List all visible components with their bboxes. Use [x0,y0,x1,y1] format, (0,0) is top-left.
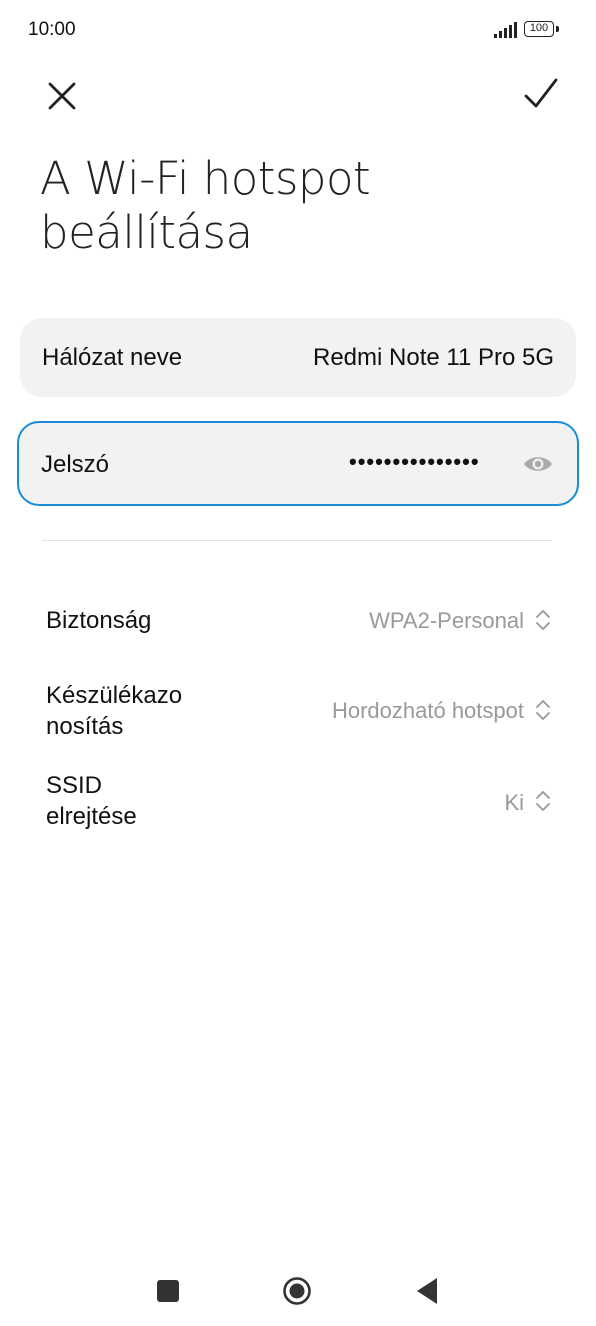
battery-tip [556,26,559,32]
up-down-arrow-icon [536,700,550,720]
security-value: WPA2-Personal [369,608,524,633]
network-name-value[interactable]: Redmi Note 11 Pro 5G [313,344,554,372]
device-id-value: Hordozható hotspot [331,698,524,723]
security-setting-row[interactable]: Biztonság WPA2-Personal [0,600,596,644]
page-title: A Wi-Fi hotspot beállítása [40,152,371,259]
circle-icon[interactable] [282,1276,312,1306]
device-id-label: Készülékazo nosítás [46,682,183,740]
battery-level: 100 [529,22,549,34]
network-name-row[interactable]: Hálózat neve Redmi Note 11 Pro 5G [20,318,576,397]
eye-icon[interactable] [522,453,554,475]
checkmark-icon[interactable] [516,72,564,118]
navigation-bar [0,1250,596,1326]
battery-icon: 100 [524,21,554,37]
device-id-setting-row[interactable]: Készülékazo nosítás Hordozható hotspot [0,676,596,746]
up-down-arrow-icon [536,791,550,811]
password-field[interactable]: Jelszó ••••••••••••••• [17,421,579,506]
triangle-back-icon[interactable] [416,1277,438,1305]
up-down-arrow-icon [536,610,550,630]
hide-ssid-label: SSID elrejtése [46,772,137,830]
status-bar: 10:00 100 [0,0,596,62]
hide-ssid-value: Ki [504,790,524,815]
divider [42,540,552,541]
network-name-label: Hálózat neve [42,344,183,371]
hide-ssid-setting-row[interactable]: SSID elrejtése Ki [0,764,596,834]
close-icon[interactable] [40,74,84,118]
status-time: 10:00 [28,19,76,40]
square-icon[interactable] [157,1280,179,1302]
signal-icon [494,22,517,38]
password-value[interactable]: ••••••••••••••• [349,449,480,475]
security-label: Biztonság [46,607,152,634]
password-label: Jelszó [41,451,110,478]
